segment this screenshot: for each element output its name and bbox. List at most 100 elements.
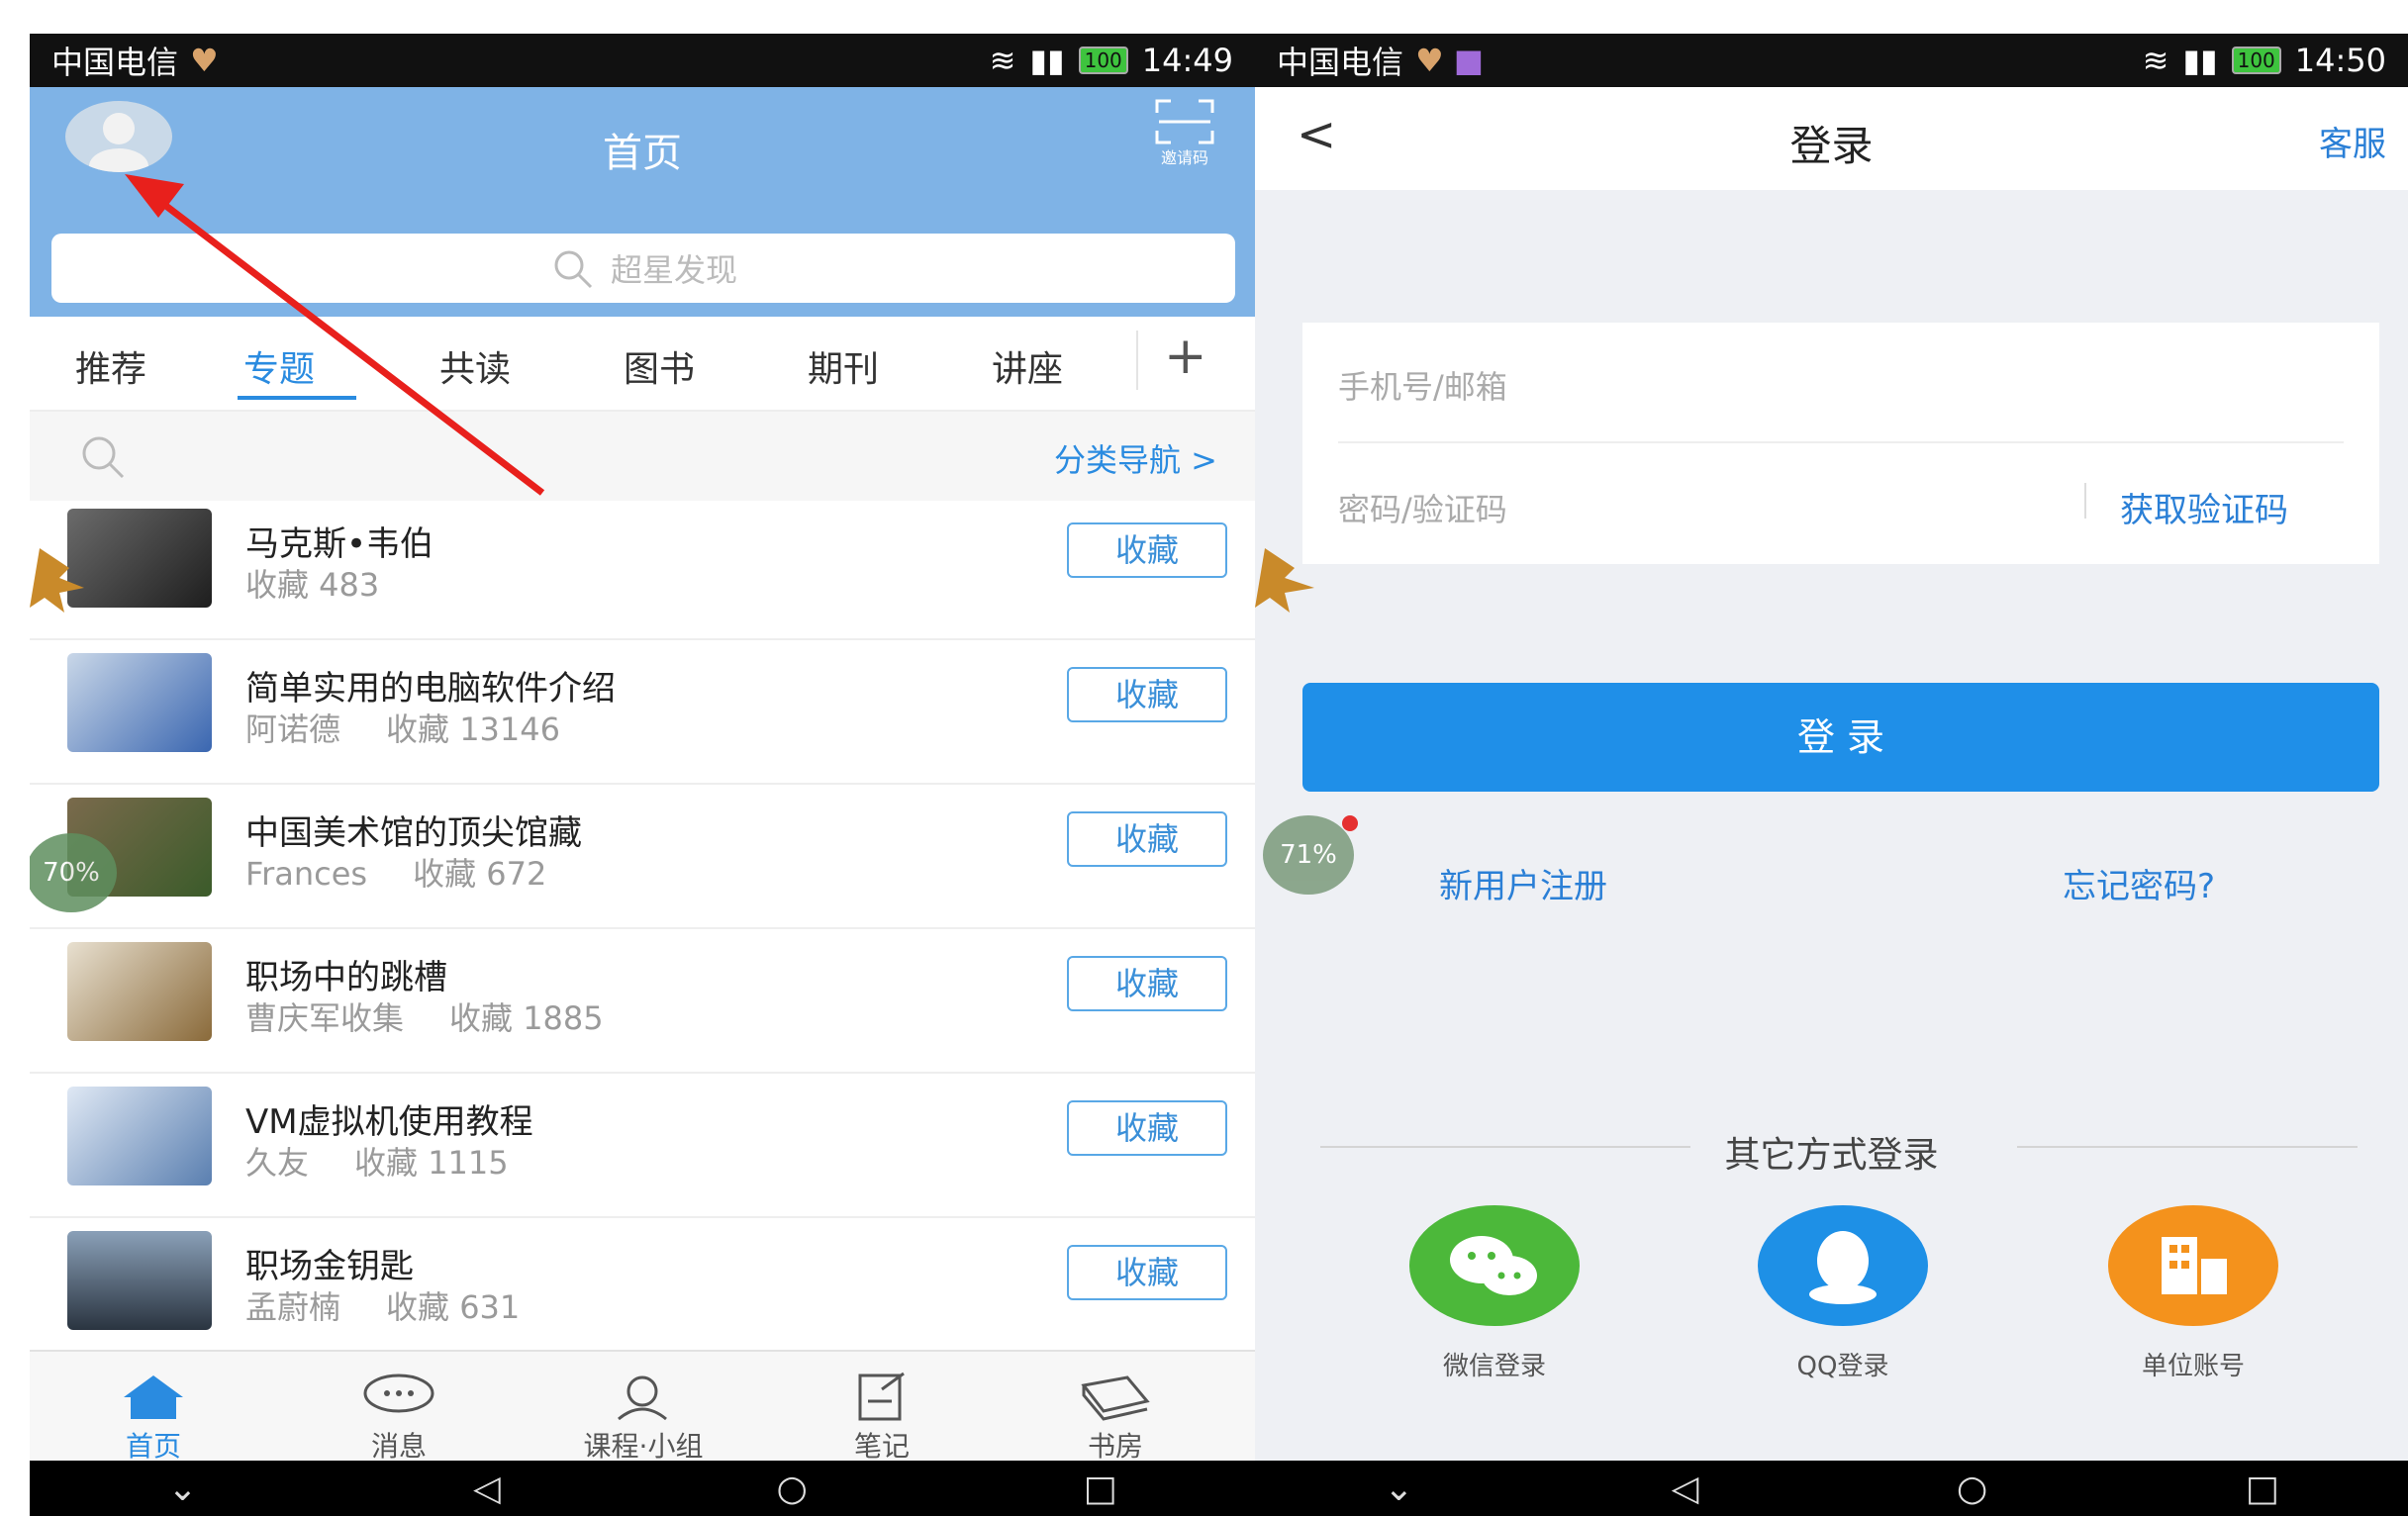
favorite-button[interactable]: 收藏	[1067, 1245, 1227, 1300]
signal-icon: ▮▮	[2182, 42, 2218, 79]
app-notification-icon: ■	[1453, 42, 1484, 79]
login-button[interactable]: 登 录	[1302, 683, 2379, 792]
password-placeholder: 密码/验证码	[1338, 491, 1507, 528]
phone-email-placeholder: 手机号/邮箱	[1338, 368, 1507, 406]
forgot-password-link[interactable]: 忘记密码?	[2063, 859, 2215, 907]
list-item[interactable]: 职场金钥匙 孟蔚楠 收藏 631 收藏	[30, 1217, 1255, 1363]
floating-progress-badge[interactable]: 71%	[1263, 815, 1354, 895]
nav-bookshelf[interactable]: 书房	[1061, 1372, 1170, 1465]
customer-service-link[interactable]: 客服	[2319, 117, 2386, 165]
item-author: 久友	[245, 1144, 310, 1182]
leaf-icon	[30, 548, 84, 613]
battery-icon: 100	[2231, 47, 2281, 74]
qq-icon	[1809, 1231, 1877, 1304]
tab-coreading[interactable]: 共读	[439, 340, 511, 392]
system-nav-bar: ⌄ ◁ ○ □	[30, 1461, 1255, 1516]
item-count: 收藏 1115	[354, 1144, 509, 1182]
item-thumbnail	[67, 1087, 212, 1185]
status-bar: 中国电信 ♥ ≋ ▮▮ 100 14:49	[30, 34, 1255, 87]
qq-login-label: QQ登录	[1796, 1352, 1889, 1381]
favorite-button[interactable]: 收藏	[1067, 1100, 1227, 1156]
wifi-icon: ≋	[989, 42, 1016, 79]
nav-messages[interactable]: 消息	[344, 1372, 453, 1465]
register-link[interactable]: 新用户注册	[1439, 859, 1607, 907]
progress-percent: 70%	[43, 858, 100, 888]
item-count: 收藏 483	[245, 566, 380, 604]
chevron-down-icon[interactable]: ⌄	[167, 1469, 197, 1509]
list-item[interactable]: 中国美术馆的顶尖馆藏 Frances 收藏 672 收藏	[30, 784, 1255, 929]
code-divider	[2084, 483, 2086, 519]
nav-courses-label: 课程·小组	[583, 1430, 704, 1463]
wifi-icon: ≋	[2142, 42, 2169, 79]
item-count: 收藏 1885	[449, 999, 604, 1037]
home-circle-icon[interactable]: ○	[777, 1469, 808, 1509]
tab-lectures[interactable]: 讲座	[992, 340, 1063, 392]
home-circle-icon[interactable]: ○	[1957, 1469, 1987, 1509]
floating-progress-badge[interactable]: 70%	[30, 833, 117, 912]
item-meta: 曹庆军收集 收藏 1885	[245, 994, 649, 1039]
heart-icon: ♥	[190, 42, 219, 79]
favorite-button[interactable]: 收藏	[1067, 667, 1227, 722]
carrier-label: 中国电信	[51, 44, 179, 81]
item-thumbnail	[67, 1231, 212, 1330]
list-item[interactable]: 简单实用的电脑软件介绍 阿诺德 收藏 13146 收藏	[30, 639, 1255, 785]
invite-code-button[interactable]: 邀请码	[1146, 99, 1223, 168]
favorite-button[interactable]: 收藏	[1067, 522, 1227, 578]
institution-login-button[interactable]	[2108, 1205, 2278, 1326]
password-field[interactable]: 密码/验证码 获取验证码	[1302, 443, 2379, 564]
nav-courses-groups[interactable]: 课程·小组	[554, 1372, 732, 1465]
search-icon	[554, 250, 593, 289]
item-meta: 收藏 483	[245, 560, 425, 606]
get-code-button[interactable]: 获取验证码	[2120, 483, 2288, 531]
tab-recommend[interactable]: 推荐	[75, 340, 146, 392]
nav-notes[interactable]: 笔记	[827, 1372, 936, 1465]
wechat-icon	[1450, 1236, 1537, 1295]
nav-notes-label: 笔记	[853, 1430, 910, 1463]
institution-login-label: 单位账号	[2141, 1352, 2245, 1381]
add-tab-button[interactable]: +	[1164, 327, 1207, 386]
chevron-down-icon[interactable]: ⌄	[1384, 1469, 1413, 1509]
person-search-icon	[618, 1375, 667, 1421]
favorite-button[interactable]: 收藏	[1067, 956, 1227, 1011]
login-form: 手机号/邮箱 密码/验证码 获取验证码	[1302, 323, 2379, 564]
favorite-button[interactable]: 收藏	[1067, 811, 1227, 867]
phone-email-field[interactable]: 手机号/邮箱	[1302, 323, 2379, 443]
wechat-login-button[interactable]	[1409, 1205, 1580, 1326]
category-nav-link[interactable]: 分类导航 >	[1054, 435, 1217, 481]
item-count: 收藏 13146	[386, 711, 560, 748]
list-item[interactable]: VM虚拟机使用教程 久友 收藏 1115 收藏	[30, 1073, 1255, 1218]
item-author: 阿诺德	[245, 711, 341, 748]
item-count: 收藏 672	[413, 855, 547, 893]
tab-books[interactable]: 图书	[624, 340, 695, 392]
item-meta: 久友 收藏 1115	[245, 1138, 554, 1184]
back-triangle-icon[interactable]: ◁	[473, 1469, 501, 1509]
item-meta: Frances 收藏 672	[245, 849, 592, 895]
list-item[interactable]: 马克斯•韦伯 收藏 483 收藏	[30, 495, 1255, 640]
item-title: 职场中的跳槽	[245, 958, 447, 997]
back-triangle-icon[interactable]: ◁	[1672, 1469, 1699, 1509]
nav-home[interactable]: 首页	[99, 1372, 208, 1465]
search-icon[interactable]	[75, 429, 131, 485]
page-title: 首页	[603, 131, 682, 176]
recents-square-icon[interactable]: □	[1084, 1469, 1117, 1509]
carrier-label: 中国电信	[1277, 44, 1404, 81]
nav-messages-label: 消息	[370, 1430, 427, 1463]
nav-home-label: 首页	[125, 1430, 181, 1463]
item-meta: 阿诺德 收藏 13146	[245, 705, 606, 750]
item-author: 孟蔚楠	[245, 1288, 341, 1326]
heart-icon: ♥	[1415, 42, 1444, 79]
search-bar[interactable]: 超星发现	[51, 234, 1235, 303]
qq-login-button[interactable]	[1758, 1205, 1928, 1326]
book-icon	[1081, 1375, 1150, 1421]
tab-topics[interactable]: 专题	[243, 340, 315, 392]
topic-list: 马克斯•韦伯 收藏 483 收藏 简单实用的电脑软件介绍 阿诺德 收藏 13146…	[30, 495, 1255, 1366]
other-login-label: 其它方式登录	[1724, 1135, 1939, 1176]
item-title: 马克斯•韦伯	[245, 524, 434, 564]
item-author: Frances	[245, 855, 368, 893]
tab-journals[interactable]: 期刊	[808, 340, 879, 392]
list-item[interactable]: 职场中的跳槽 曹庆军收集 收藏 1885 收藏	[30, 928, 1255, 1074]
note-icon	[858, 1372, 905, 1421]
login-header: < 登录 客服	[1255, 87, 2408, 190]
item-title: VM虚拟机使用教程	[245, 1102, 533, 1142]
recents-square-icon[interactable]: □	[2246, 1469, 2279, 1509]
